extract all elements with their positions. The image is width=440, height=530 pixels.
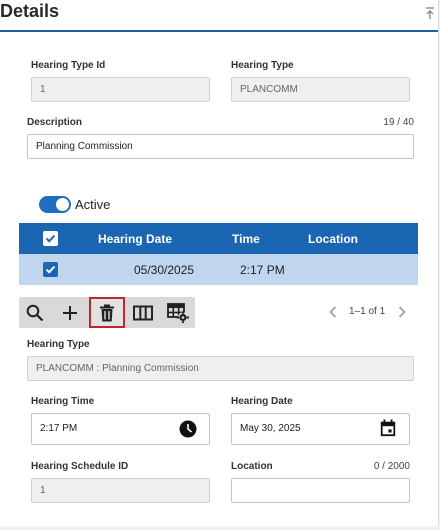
add-button[interactable]: [54, 298, 86, 327]
columns-icon: [133, 305, 153, 320]
search-button[interactable]: [19, 298, 51, 327]
location-char-counter: 0 / 2000: [373, 461, 410, 472]
grid-toolbar: [19, 297, 195, 328]
calendar-icon[interactable]: [379, 419, 397, 437]
description-label: Description: [27, 117, 83, 128]
hearing-time-value: 2:17 PM: [40, 423, 78, 434]
hearing-type-id-label: Hearing Type Id: [31, 60, 106, 71]
hearing-schedule-id-label: Hearing Schedule ID: [31, 461, 129, 472]
hearing-date-label: Hearing Date: [231, 396, 293, 407]
page-title: Details: [0, 1, 60, 21]
checkmark-icon: [45, 265, 56, 274]
active-toggle-label: Active: [75, 197, 111, 212]
row-checkbox[interactable]: [43, 262, 58, 277]
detail-hearing-type-field: PLANCOMM : Planning Commission: [27, 356, 414, 381]
hearing-schedule-id-field: 1: [31, 478, 210, 503]
hearing-date-value: May 30, 2025: [240, 423, 301, 434]
column-header-hearing-date[interactable]: Hearing Date: [98, 232, 172, 246]
detail-hearing-type-label: Hearing Type: [27, 339, 90, 350]
toggle-knob: [56, 198, 69, 211]
location-label: Location: [231, 461, 273, 472]
columns-button[interactable]: [127, 298, 159, 327]
hearing-time-label: Hearing Time: [31, 396, 95, 407]
table-settings-button[interactable]: [162, 298, 194, 327]
column-header-location[interactable]: Location: [308, 232, 358, 246]
table-row[interactable]: 05/30/2025 2:17 PM: [19, 254, 418, 285]
hearing-type-id-field: 1: [31, 77, 210, 102]
active-toggle[interactable]: [39, 196, 71, 213]
description-input[interactable]: Planning Commission: [27, 134, 414, 159]
hearing-date-input[interactable]: May 30, 2025: [231, 413, 410, 445]
clock-icon[interactable]: [179, 420, 197, 438]
table-settings-icon: [167, 302, 189, 323]
search-icon: [26, 304, 44, 321]
column-header-time[interactable]: Time: [232, 232, 260, 246]
table-header: Hearing Date Time Location: [19, 223, 418, 254]
add-icon: [63, 305, 77, 320]
hearing-time-input[interactable]: 2:17 PM: [31, 413, 210, 445]
cell-time: 2:17 PM: [240, 263, 285, 277]
details-panel: Details Hearing Type Id 1 Hearing Type P…: [0, 0, 439, 526]
delete-button[interactable]: [89, 297, 125, 328]
previous-page-icon[interactable]: [328, 305, 338, 319]
checkmark-icon: [45, 234, 56, 243]
cell-hearing-date: 05/30/2025: [134, 263, 195, 277]
hearing-type-field: PLANCOMM: [231, 77, 410, 102]
pager-status: 1–1 of 1: [349, 306, 386, 317]
location-input[interactable]: [231, 478, 410, 503]
select-all-checkbox[interactable]: [43, 231, 58, 246]
collapse-icon[interactable]: [424, 6, 436, 20]
description-char-counter: 19 / 40: [383, 117, 414, 128]
hearing-type-label: Hearing Type: [231, 60, 294, 71]
delete-icon: [100, 304, 114, 321]
panel-header: Details: [0, 0, 438, 32]
next-page-icon[interactable]: [397, 305, 407, 319]
